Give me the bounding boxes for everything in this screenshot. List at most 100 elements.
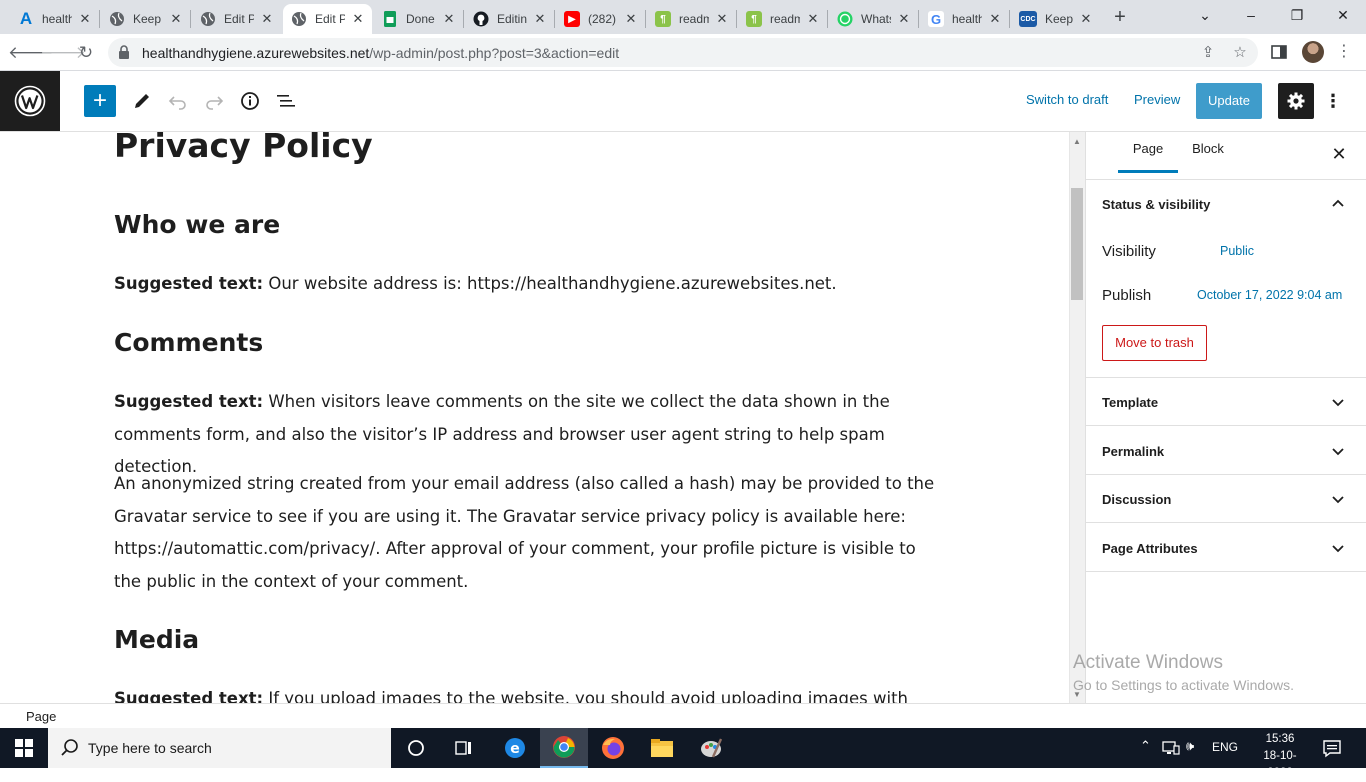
edge-browser-icon[interactable]: e <box>491 728 539 768</box>
chrome-browser-icon[interactable] <box>540 728 588 768</box>
browser-menu-icon[interactable]: ⋮ <box>1336 42 1352 62</box>
forward-icon[interactable]: 🡒 <box>40 40 86 66</box>
breadcrumb-page[interactable]: Page <box>26 709 56 724</box>
browser-tab[interactable]: Edit Page ✕ <box>283 4 372 34</box>
cortana-icon[interactable] <box>392 728 440 768</box>
browser-tab-title: healthandhygiene <box>42 12 72 26</box>
browser-tab[interactable]: Editing ✕ <box>465 4 554 34</box>
paragraph-who-we-are[interactable]: Suggested text: Our website address is: … <box>114 268 944 301</box>
firefox-icon[interactable] <box>589 728 637 768</box>
panel-title: Page Attributes <box>1102 540 1198 556</box>
new-tab-button[interactable]: + <box>1108 6 1132 30</box>
browser-tab-title: Done <box>406 12 435 26</box>
close-tab-icon[interactable]: ✕ <box>805 11 821 27</box>
task-view-icon[interactable] <box>440 728 488 768</box>
panel-template[interactable]: Template <box>1086 378 1366 426</box>
publish-date-value[interactable]: October 17, 2022 9:04 am <box>1197 288 1342 302</box>
file-explorer-icon[interactable] <box>638 728 686 768</box>
chevron-down-icon[interactable] <box>1328 489 1348 509</box>
panel-permalink[interactable]: Permalink <box>1086 427 1366 475</box>
page-title[interactable]: Privacy Policy <box>114 132 373 165</box>
browser-tab[interactable]: Done ✕ <box>374 4 463 34</box>
heading-who-we-are[interactable]: Who we are <box>114 210 280 239</box>
add-block-button[interactable]: + <box>84 85 116 117</box>
browser-tab[interactable]: Edit Post ✕ <box>192 4 281 34</box>
switch-to-draft-button[interactable]: Switch to draft <box>1026 92 1108 107</box>
browser-tab[interactable]: ¶ readme ✕ <box>647 4 736 34</box>
undo-icon[interactable] <box>166 89 190 113</box>
paint-app-icon[interactable] <box>687 728 735 768</box>
reload-icon[interactable]: ↻ <box>73 40 99 66</box>
details-info-icon[interactable] <box>238 89 262 113</box>
bookmark-star-icon[interactable]: ☆ <box>1230 43 1250 63</box>
close-tab-icon[interactable]: ✕ <box>350 11 366 27</box>
heading-comments[interactable]: Comments <box>114 328 263 357</box>
browser-tab[interactable]: Keep ✕ <box>101 4 190 34</box>
close-tab-icon[interactable]: ✕ <box>441 11 457 27</box>
sidebar-tabs: Page Block ✕ <box>1086 132 1366 180</box>
redo-icon[interactable] <box>202 89 226 113</box>
close-tab-icon[interactable]: ✕ <box>168 11 184 27</box>
list-view-icon[interactable] <box>274 89 298 113</box>
chevron-down-icon[interactable] <box>1328 538 1348 558</box>
panel-page-attributes[interactable]: Page Attributes <box>1086 524 1366 572</box>
browser-tab[interactable]: CDC Keep ✕ <box>1011 4 1100 34</box>
browser-tab-title: readme <box>679 12 709 26</box>
chevron-down-icon[interactable] <box>1328 441 1348 461</box>
side-panel-icon[interactable] <box>1271 44 1287 60</box>
scrollbar-thumb[interactable] <box>1071 188 1083 300</box>
visibility-value[interactable]: Public <box>1220 244 1254 258</box>
close-tab-icon[interactable]: ✕ <box>259 11 275 27</box>
panel-status-visibility[interactable]: Status & visibility <box>1086 180 1366 228</box>
close-tab-icon[interactable]: ✕ <box>987 11 1003 27</box>
browser-tab[interactable]: Ghealth ✕ <box>920 4 1009 34</box>
tab-search-icon[interactable]: ⌄ <box>1190 4 1220 26</box>
paragraph-media[interactable]: Suggested text: If you upload images to … <box>114 683 944 703</box>
notifications-icon[interactable] <box>1322 738 1342 758</box>
address-bar[interactable]: healthandhygiene.azurewebsites.net/wp-ad… <box>108 38 1258 67</box>
chevron-up-icon[interactable] <box>1328 194 1348 214</box>
browser-tab[interactable]: ▶ (282) ✕ <box>556 4 645 34</box>
close-tab-icon[interactable]: ✕ <box>532 11 548 27</box>
close-window-icon[interactable]: ✕ <box>1328 4 1358 26</box>
windows-start-icon[interactable] <box>0 728 48 768</box>
browser-tab[interactable]: ¶ readme ✕ <box>738 4 827 34</box>
pencil-tools-icon[interactable] <box>130 89 154 113</box>
scroll-up-arrow-icon[interactable]: ▲ <box>1071 136 1083 148</box>
minimize-icon[interactable]: – <box>1236 4 1266 26</box>
close-tab-icon[interactable]: ✕ <box>1078 11 1094 27</box>
readme-icon: ¶ <box>655 11 671 27</box>
chevron-down-icon[interactable] <box>1328 392 1348 412</box>
move-to-trash-button[interactable]: Move to trash <box>1102 325 1207 361</box>
browser-tab[interactable]: Ahealthandhygiene ✕ <box>10 4 99 34</box>
system-clock[interactable]: 15:36 18-10-2022 <box>1252 731 1308 782</box>
wordpress-logo-icon[interactable] <box>0 71 60 131</box>
heading-media[interactable]: Media <box>114 625 199 654</box>
panel-discussion[interactable]: Discussion <box>1086 475 1366 523</box>
close-tab-icon[interactable]: ✕ <box>714 11 730 27</box>
settings-gear-icon[interactable] <box>1278 83 1314 119</box>
volume-icon[interactable]: 🕪 <box>1186 738 1194 754</box>
preview-button[interactable]: Preview <box>1134 92 1180 107</box>
taskbar-search-box[interactable]: Type here to search <box>48 728 391 768</box>
browser-tab[interactable]: WhatsApp ✕ <box>829 4 918 34</box>
language-indicator[interactable]: ENG <box>1212 740 1238 754</box>
close-sidebar-icon[interactable]: ✕ <box>1329 144 1349 164</box>
close-tab-icon[interactable]: ✕ <box>896 11 912 27</box>
maximize-icon[interactable]: ❐ <box>1282 4 1312 26</box>
editor-canvas[interactable]: Privacy Policy Who we are Suggested text… <box>0 132 1069 703</box>
close-tab-icon[interactable]: ✕ <box>623 11 639 27</box>
tab-page[interactable]: Page <box>1118 132 1178 173</box>
options-menu-icon[interactable]: ⋮ <box>1324 89 1342 113</box>
close-tab-icon[interactable]: ✕ <box>77 11 93 27</box>
network-icon[interactable] <box>1162 740 1180 756</box>
update-button[interactable]: Update <box>1196 83 1262 119</box>
paragraph-gravatar[interactable]: An anonymized string created from your e… <box>114 468 944 598</box>
back-icon[interactable]: 🡐 <box>8 40 54 66</box>
tab-block[interactable]: Block <box>1182 132 1234 180</box>
tab-separator <box>736 10 737 28</box>
clock-time: 15:36 <box>1265 733 1295 745</box>
profile-avatar[interactable] <box>1302 41 1324 63</box>
show-hidden-icons-chevron-icon[interactable]: ⌃ <box>1140 738 1151 754</box>
share-icon[interactable]: ⇪ <box>1198 43 1218 63</box>
